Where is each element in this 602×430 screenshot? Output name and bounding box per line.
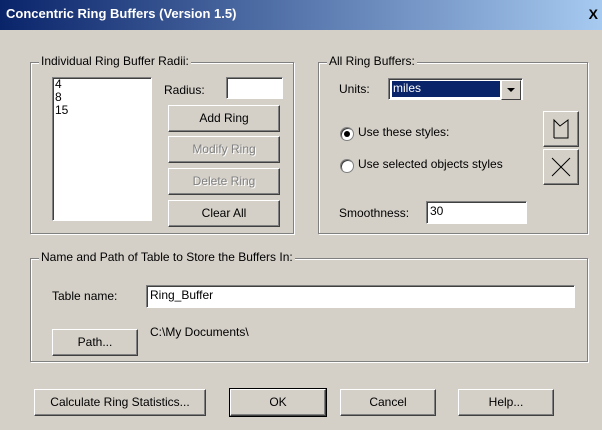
radius-label: Radius:: [164, 83, 205, 97]
clear-all-button[interactable]: Clear All: [168, 200, 280, 227]
modify-ring-button[interactable]: Modify Ring: [168, 136, 280, 163]
add-ring-button[interactable]: Add Ring: [168, 105, 280, 132]
clear-all-label: Clear All: [201, 206, 247, 220]
list-item[interactable]: 4: [53, 78, 151, 91]
delete-ring-button[interactable]: Delete Ring: [168, 168, 280, 195]
use-these-styles-label: Use these styles:: [358, 125, 450, 139]
radii-list[interactable]: 4 8 15: [52, 77, 152, 221]
use-selected-styles-label: Use selected objects styles: [358, 157, 503, 171]
radio-dot: [344, 131, 350, 137]
modify-ring-label: Modify Ring: [192, 142, 256, 156]
calculate-statistics-button[interactable]: Calculate Ring Statistics...: [34, 389, 206, 416]
cross-icon: [551, 157, 571, 177]
region-style-button[interactable]: [543, 111, 579, 147]
path-button-label: Path...: [77, 335, 113, 349]
region-style-icon: [553, 118, 569, 139]
help-button[interactable]: Help...: [458, 389, 554, 416]
table-name-label: Table name:: [52, 289, 118, 303]
list-item[interactable]: 15: [53, 104, 151, 117]
add-ring-label: Add Ring: [199, 111, 249, 125]
cancel-label: Cancel: [369, 395, 407, 409]
calculate-statistics-label: Calculate Ring Statistics...: [50, 395, 190, 409]
use-selected-styles-radio[interactable]: [340, 159, 354, 173]
radius-input[interactable]: [226, 77, 283, 99]
units-label: Units:: [339, 82, 370, 96]
cancel-button[interactable]: Cancel: [340, 389, 436, 416]
window-title: Concentric Ring Buffers (Version 1.5): [6, 6, 237, 21]
ok-label: OK: [269, 395, 287, 409]
individual-radii-legend: Individual Ring Buffer Radii:: [39, 54, 191, 68]
units-select[interactable]: miles: [388, 78, 523, 100]
table-name-input[interactable]: Ring_Buffer: [146, 285, 575, 308]
smoothness-label: Smoothness:: [339, 206, 410, 220]
chevron-down-icon: [507, 88, 515, 92]
close-icon[interactable]: X: [589, 6, 598, 22]
delete-ring-label: Delete Ring: [192, 174, 256, 188]
path-button[interactable]: Path...: [52, 329, 138, 356]
use-these-styles-radio[interactable]: [340, 127, 354, 141]
help-label: Help...: [488, 395, 524, 409]
path-value: C:\My Documents\: [150, 325, 249, 339]
all-buffers-legend: All Ring Buffers:: [327, 54, 417, 68]
units-value: miles: [392, 81, 500, 97]
dropdown-button[interactable]: [501, 80, 521, 100]
line-style-button[interactable]: [543, 149, 579, 185]
title-bar[interactable]: Concentric Ring Buffers (Version 1.5) X: [0, 0, 602, 30]
table-legend: Name and Path of Table to Store the Buff…: [39, 250, 295, 264]
ok-button[interactable]: OK: [229, 388, 327, 417]
smoothness-input[interactable]: 30: [426, 201, 527, 224]
